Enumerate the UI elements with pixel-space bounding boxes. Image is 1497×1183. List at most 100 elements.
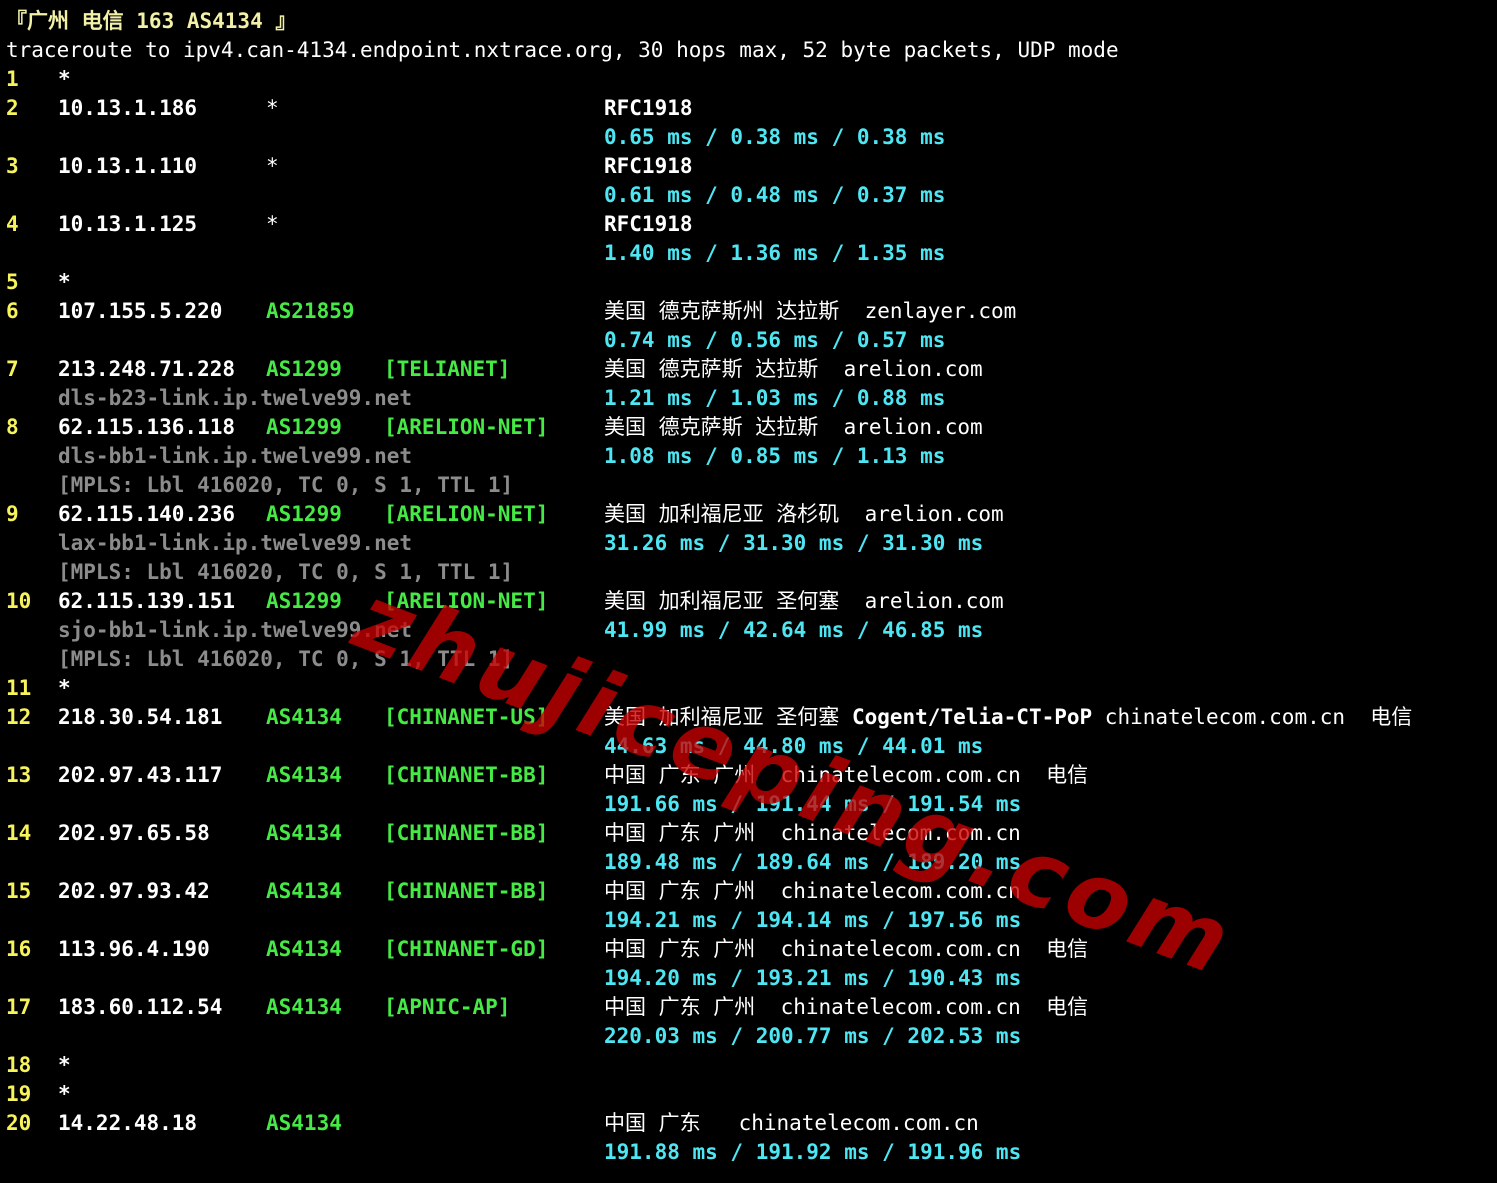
hop-geo: RFC1918 xyxy=(604,212,693,236)
hop-hostname: lax-bb1-link.ip.twelve99.net xyxy=(58,531,413,555)
hop-asn: AS4134 xyxy=(266,1111,342,1135)
hop-mpls: [MPLS: Lbl 416020, TC 0, S 1, TTL 1] xyxy=(58,473,514,497)
hop-netname: [APNIC-AP] xyxy=(384,995,511,1019)
hop-ip: 183.60.112.54 xyxy=(58,995,223,1019)
hop-number: 18 xyxy=(6,1053,32,1077)
hop-netname: [CHINANET-BB] xyxy=(384,763,549,787)
hop-number: 6 xyxy=(6,299,19,323)
hop-rtt: 0.74 ms / 0.56 ms / 0.57 ms xyxy=(604,328,946,352)
hop-timeout-marker: * xyxy=(266,96,279,120)
hop-netname: [CHINANET-BB] xyxy=(384,821,549,845)
hop-geo: 中国 广东 广州 chinatelecom.com.cn 电信 xyxy=(604,995,1089,1019)
hop-geo: RFC1918 xyxy=(604,154,693,178)
command-line: traceroute to ipv4.can-4134.endpoint.nxt… xyxy=(6,38,1119,62)
hop-geo: 中国 广东 chinatelecom.com.cn xyxy=(604,1111,979,1135)
hop-number: 8 xyxy=(6,415,19,439)
hop-ip: 107.155.5.220 xyxy=(58,299,223,323)
hop-number: 19 xyxy=(6,1082,32,1106)
hop-mpls: [MPLS: Lbl 416020, TC 0, S 1, TTL 1] xyxy=(58,560,514,584)
hop-number: 16 xyxy=(6,937,32,961)
hop-number: 10 xyxy=(6,589,32,613)
hop-rtt: 220.03 ms / 200.77 ms / 202.53 ms xyxy=(604,1024,1022,1048)
hop-ip: 202.97.65.58 xyxy=(58,821,210,845)
hop-asn: AS1299 xyxy=(266,357,342,381)
hop-number: 4 xyxy=(6,212,19,236)
hop-rtt: 0.65 ms / 0.38 ms / 0.38 ms xyxy=(604,125,946,149)
hop-geo: 中国 广东 广州 chinatelecom.com.cn 电信 xyxy=(604,763,1089,787)
hop-number: 14 xyxy=(6,821,32,845)
hop-rtt: 1.40 ms / 1.36 ms / 1.35 ms xyxy=(604,241,946,265)
hop-timeout: * xyxy=(58,1082,71,1106)
hop-timeout: * xyxy=(58,270,71,294)
hop-rtt: 44.63 ms / 44.80 ms / 44.01 ms xyxy=(604,734,984,758)
hop-geo: 美国 加利福尼亚 圣何塞 xyxy=(604,705,852,729)
hop-asn: AS1299 xyxy=(266,589,342,613)
hop-number: 5 xyxy=(6,270,19,294)
hop-geo: 美国 德克萨斯州 达拉斯 zenlayer.com xyxy=(604,299,1017,323)
title-line: 『广州 电信 163 AS4134 』 xyxy=(6,9,297,33)
hop-netname: [ARELION-NET] xyxy=(384,589,549,613)
hop-number: 3 xyxy=(6,154,19,178)
hop-netname: [CHINANET-GD] xyxy=(384,937,549,961)
hop-asn: AS1299 xyxy=(266,415,342,439)
hop-timeout-marker: * xyxy=(266,212,279,236)
hop-number: 13 xyxy=(6,763,32,787)
hop-geo: 美国 加利福尼亚 圣何塞 arelion.com xyxy=(604,589,1004,613)
hop-netname: [CHINANET-BB] xyxy=(384,879,549,903)
hop-rtt: 31.26 ms / 31.30 ms / 31.30 ms xyxy=(604,531,984,555)
hop-ip: 62.115.136.118 xyxy=(58,415,236,439)
hop-number: 12 xyxy=(6,705,32,729)
hop-rtt: 0.61 ms / 0.48 ms / 0.37 ms xyxy=(604,183,946,207)
hop-netname: [ARELION-NET] xyxy=(384,502,549,526)
hop-rtt: 191.88 ms / 191.92 ms / 191.96 ms xyxy=(604,1140,1022,1164)
hop-geo: 中国 广东 广州 chinatelecom.com.cn 电信 xyxy=(604,937,1089,961)
hop-timeout: * xyxy=(58,1053,71,1077)
hop-mpls: [MPLS: Lbl 416020, TC 0, S 1, TTL 1] xyxy=(58,647,514,671)
hop-ip: 218.30.54.181 xyxy=(58,705,223,729)
hop-asn: AS4134 xyxy=(266,705,342,729)
hop-asn: AS21859 xyxy=(266,299,355,323)
hop-ip: 14.22.48.18 xyxy=(58,1111,198,1135)
hop-geo: 中国 广东 广州 chinatelecom.com.cn xyxy=(604,879,1021,903)
hop-asn: AS4134 xyxy=(266,937,342,961)
hop-netname: [ARELION-NET] xyxy=(384,415,549,439)
hop-rtt: 189.48 ms / 189.64 ms / 189.20 ms xyxy=(604,850,1022,874)
hop-ip: 10.13.1.125 xyxy=(58,212,198,236)
hop-ip: 62.115.140.236 xyxy=(58,502,236,526)
hop-ip: 10.13.1.110 xyxy=(58,154,198,178)
hop-geo: RFC1918 xyxy=(604,96,693,120)
hop-ip: 202.97.93.42 xyxy=(58,879,210,903)
hop-rtt: 1.08 ms / 0.85 ms / 1.13 ms xyxy=(604,444,946,468)
hop-number: 2 xyxy=(6,96,19,120)
hop-ip: 202.97.43.117 xyxy=(58,763,223,787)
hop-ip: 62.115.139.151 xyxy=(58,589,236,613)
hop-number: 9 xyxy=(6,502,19,526)
hop-number: 15 xyxy=(6,879,32,903)
hop-number: 11 xyxy=(6,676,32,700)
hop-org: Cogent/Telia-CT-PoP xyxy=(851,705,1093,729)
hop-ip: 213.248.71.228 xyxy=(58,357,236,381)
hop-geo: 美国 加利福尼亚 洛杉矶 arelion.com xyxy=(604,502,1004,526)
hop-timeout: * xyxy=(58,67,71,91)
hop-domain: chinatelecom.com.cn 电信 xyxy=(1092,705,1413,729)
hop-hostname: dls-bb1-link.ip.twelve99.net xyxy=(58,444,413,468)
hop-hostname: sjo-bb1-link.ip.twelve99.net xyxy=(58,618,413,642)
terminal-output: 『广州 电信 163 AS4134 』 traceroute to ipv4.c… xyxy=(0,0,1497,1183)
hop-number: 17 xyxy=(6,995,32,1019)
hop-rtt: 194.21 ms / 194.14 ms / 197.56 ms xyxy=(604,908,1022,932)
hop-asn: AS4134 xyxy=(266,763,342,787)
hop-number: 7 xyxy=(6,357,19,381)
hop-number: 1 xyxy=(6,67,19,91)
hop-asn: AS4134 xyxy=(266,995,342,1019)
hop-asn: AS4134 xyxy=(266,879,342,903)
hop-ip: 113.96.4.190 xyxy=(58,937,210,961)
hop-timeout-marker: * xyxy=(266,154,279,178)
hop-geo: 美国 德克萨斯 达拉斯 arelion.com xyxy=(604,415,983,439)
hop-timeout: * xyxy=(58,676,71,700)
hop-rtt: 191.66 ms / 191.44 ms / 191.54 ms xyxy=(604,792,1022,816)
hop-rtt: 194.20 ms / 193.21 ms / 190.43 ms xyxy=(604,966,1022,990)
hop-number: 20 xyxy=(6,1111,32,1135)
hop-asn: AS4134 xyxy=(266,821,342,845)
hop-rtt: 41.99 ms / 42.64 ms / 46.85 ms xyxy=(604,618,984,642)
hop-ip: 10.13.1.186 xyxy=(58,96,198,120)
